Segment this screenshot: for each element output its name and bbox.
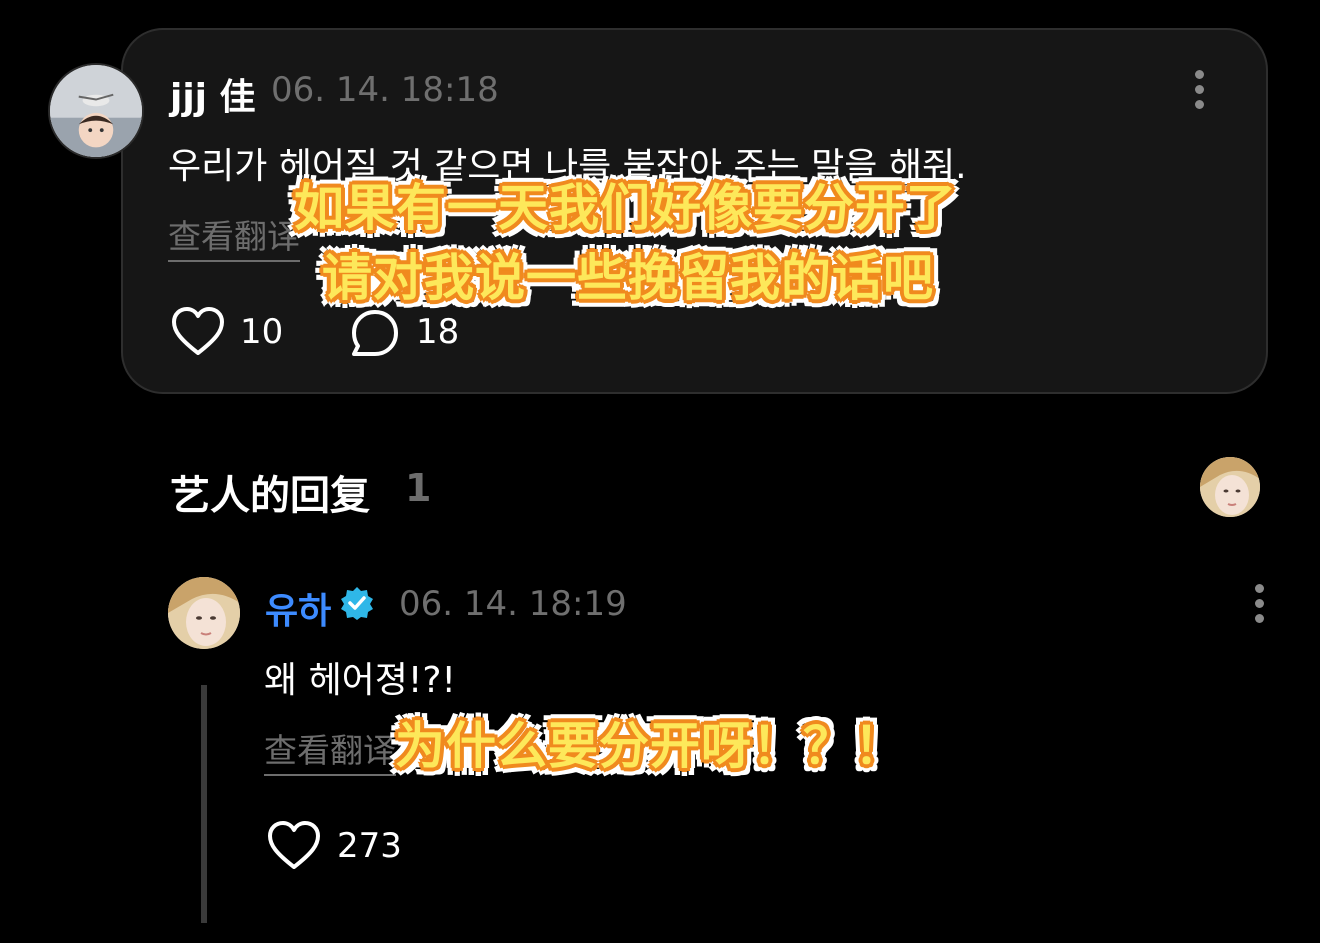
fan-username[interactable]: jjj 佳 (170, 68, 256, 120)
fan-avatar-image (50, 65, 142, 157)
heart-icon (268, 821, 320, 869)
artist-avatar-small-image (1200, 457, 1260, 517)
fan-avatar[interactable] (48, 63, 144, 159)
artist-avatar-image (168, 577, 240, 649)
reply-thread-line (201, 685, 207, 923)
post-timestamp: 06. 14. 18:18 (271, 70, 499, 110)
more-vertical-icon[interactable] (1255, 584, 1265, 629)
more-vertical-icon[interactable] (1195, 70, 1205, 115)
artist-replies-count: 1 (405, 466, 432, 510)
reply-caption: 为什么要分开呀！？！ (395, 717, 905, 775)
like-button[interactable] (170, 306, 226, 358)
artist-avatar[interactable] (168, 577, 240, 649)
reply-timestamp: 06. 14. 18:19 (399, 584, 627, 624)
reply-translate-link[interactable]: 查看翻译 (264, 724, 396, 776)
artist-avatar-small[interactable] (1200, 457, 1260, 517)
caption-line-2: 请对我说一些挽留我的话吧 (322, 249, 934, 307)
caption-line-1: 如果有一天我们好像要分开了 (294, 179, 957, 237)
comment-count: 18 (416, 312, 460, 352)
reply-like-count: 273 (337, 826, 402, 866)
like-count: 10 (240, 312, 284, 352)
translate-link[interactable]: 查看翻译 (168, 210, 300, 262)
heart-icon (172, 307, 224, 355)
verified-badge-icon (340, 586, 374, 620)
comment-bubble-icon (352, 310, 398, 356)
reply-text: 왜 헤어졍!?! (264, 660, 456, 701)
comment-button[interactable] (350, 308, 400, 358)
artist-replies-title: 艺人的回复 (170, 473, 370, 519)
reply-like-button[interactable] (266, 820, 322, 872)
artist-username[interactable]: 유하 (265, 582, 331, 634)
